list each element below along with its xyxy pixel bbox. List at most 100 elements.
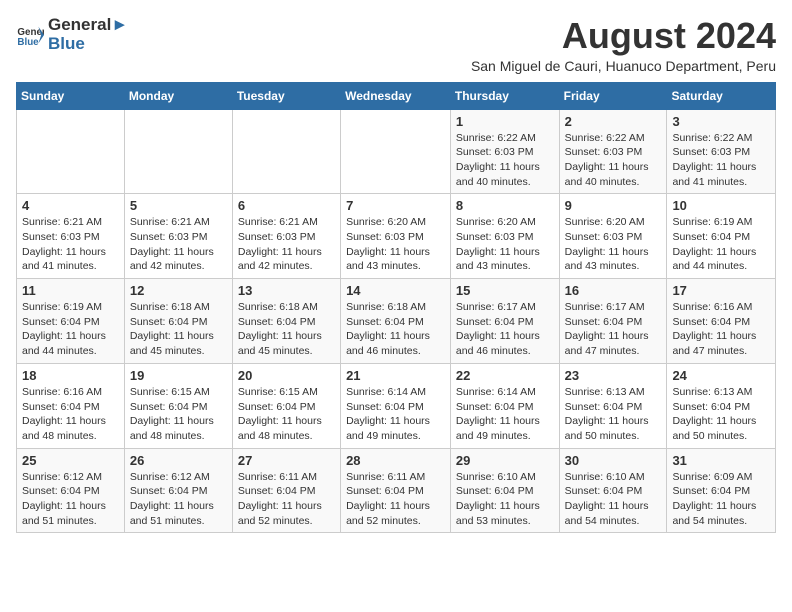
title-block: August 2024 San Miguel de Cauri, Huanuco… [471,16,776,74]
table-cell: 13 Sunrise: 6:18 AMSunset: 6:04 PMDayligh… [232,279,340,364]
day-number: 26 [130,453,227,468]
table-cell: 18 Sunrise: 6:16 AMSunset: 6:04 PMDayligh… [17,363,125,448]
day-info: Sunrise: 6:12 AMSunset: 6:04 PMDaylight:… [22,470,119,529]
day-info: Sunrise: 6:18 AMSunset: 6:04 PMDaylight:… [346,300,445,359]
day-info: Sunrise: 6:17 AMSunset: 6:04 PMDaylight:… [565,300,662,359]
table-cell: 16Sunrise: 6:17 AMSunset: 6:04 PMDayligh… [559,279,667,364]
day-number: 28 [346,453,445,468]
day-number: 21 [346,368,445,383]
day-number: 9 [565,198,662,213]
day-number: 20 [238,368,335,383]
day-info: Sunrise: 6:11 AMSunset: 6:04 PMDaylight:… [346,470,445,529]
table-cell: 12 Sunrise: 6:18 AMSunset: 6:04 PMDayligh… [124,279,232,364]
table-cell: 23Sunrise: 6:13 AMSunset: 6:04 PMDayligh… [559,363,667,448]
day-info: Sunrise: 6:13 AMSunset: 6:04 PMDaylight:… [672,385,770,444]
table-cell [232,109,340,194]
header-sunday: Sunday [17,82,125,109]
calendar-table: Sunday Monday Tuesday Wednesday Thursday… [16,82,776,534]
week-row-2: 4 Sunrise: 6:21 AMSunset: 6:03 PMDaylight… [17,194,776,279]
table-cell [17,109,125,194]
week-row-3: 11Sunrise: 6:19 AMSunset: 6:04 PMDayligh… [17,279,776,364]
day-info: Sunrise: 6:16 AMSunset: 6:04 PMDaylight:… [672,300,770,359]
day-info: Sunrise: 6:10 AMSunset: 6:04 PMDaylight:… [456,470,554,529]
day-number: 6 [238,198,335,213]
table-cell: 22 Sunrise: 6:14 AMSunset: 6:04 PMDayligh… [450,363,559,448]
day-info: Sunrise: 6:16 AMSunset: 6:04 PMDaylight:… [22,385,119,444]
table-cell: 26Sunrise: 6:12 AMSunset: 6:04 PMDayligh… [124,448,232,533]
day-info: Sunrise: 6:20 AMSunset: 6:03 PMDaylight:… [565,215,662,274]
table-cell: 6 Sunrise: 6:21 AMSunset: 6:03 PMDaylight… [232,194,340,279]
table-cell: 27 Sunrise: 6:11 AMSunset: 6:04 PMDayligh… [232,448,340,533]
logo: General Blue General► Blue [16,16,128,53]
day-info: Sunrise: 6:19 AMSunset: 6:04 PMDaylight:… [22,300,119,359]
table-cell: 3 Sunrise: 6:22 AMSunset: 6:03 PMDaylight… [667,109,776,194]
table-cell: 10 Sunrise: 6:19 AMSunset: 6:04 PMDayligh… [667,194,776,279]
day-number: 31 [672,453,770,468]
day-info: Sunrise: 6:14 AMSunset: 6:04 PMDaylight:… [456,385,554,444]
day-number: 7 [346,198,445,213]
day-info: Sunrise: 6:21 AMSunset: 6:03 PMDaylight:… [22,215,119,274]
day-info: Sunrise: 6:11 AMSunset: 6:04 PMDaylight:… [238,470,335,529]
day-info: Sunrise: 6:15 AMSunset: 6:04 PMDaylight:… [130,385,227,444]
day-number: 19 [130,368,227,383]
week-row-5: 25 Sunrise: 6:12 AMSunset: 6:04 PMDayligh… [17,448,776,533]
day-info: Sunrise: 6:21 AMSunset: 6:03 PMDaylight:… [130,215,227,274]
day-number: 13 [238,283,335,298]
table-cell: 15Sunrise: 6:17 AMSunset: 6:04 PMDayligh… [450,279,559,364]
table-cell: 2 Sunrise: 6:22 AMSunset: 6:03 PMDaylight… [559,109,667,194]
table-cell: 5 Sunrise: 6:21 AMSunset: 6:03 PMDaylight… [124,194,232,279]
day-number: 12 [130,283,227,298]
day-number: 25 [22,453,119,468]
day-info: Sunrise: 6:17 AMSunset: 6:04 PMDaylight:… [456,300,554,359]
day-number: 4 [22,198,119,213]
day-number: 14 [346,283,445,298]
day-number: 24 [672,368,770,383]
day-info: Sunrise: 6:20 AMSunset: 6:03 PMDaylight:… [456,215,554,274]
table-cell: 7 Sunrise: 6:20 AMSunset: 6:03 PMDaylight… [341,194,451,279]
day-number: 1 [456,114,554,129]
day-info: Sunrise: 6:19 AMSunset: 6:04 PMDaylight:… [672,215,770,274]
table-cell: 1 Sunrise: 6:22 AMSunset: 6:03 PMDaylight… [450,109,559,194]
table-cell: 20 Sunrise: 6:15 AMSunset: 6:04 PMDayligh… [232,363,340,448]
table-cell: 9 Sunrise: 6:20 AMSunset: 6:03 PMDaylight… [559,194,667,279]
day-info: Sunrise: 6:22 AMSunset: 6:03 PMDaylight:… [672,131,770,190]
day-info: Sunrise: 6:18 AMSunset: 6:04 PMDaylight:… [130,300,227,359]
logo-general-text: General► [48,16,128,35]
page-header: General Blue General► Blue August 2024 S… [16,16,776,74]
day-info: Sunrise: 6:18 AMSunset: 6:04 PMDaylight:… [238,300,335,359]
logo-icon: General Blue [16,21,44,49]
day-number: 8 [456,198,554,213]
table-cell: 17 Sunrise: 6:16 AMSunset: 6:04 PMDayligh… [667,279,776,364]
day-number: 23 [565,368,662,383]
day-number: 17 [672,283,770,298]
day-info: Sunrise: 6:15 AMSunset: 6:04 PMDaylight:… [238,385,335,444]
day-info: Sunrise: 6:14 AMSunset: 6:04 PMDaylight:… [346,385,445,444]
day-number: 22 [456,368,554,383]
weekday-header-row: Sunday Monday Tuesday Wednesday Thursday… [17,82,776,109]
day-number: 2 [565,114,662,129]
header-thursday: Thursday [450,82,559,109]
table-cell [124,109,232,194]
day-info: Sunrise: 6:20 AMSunset: 6:03 PMDaylight:… [346,215,445,274]
week-row-4: 18 Sunrise: 6:16 AMSunset: 6:04 PMDayligh… [17,363,776,448]
day-number: 18 [22,368,119,383]
logo-blue-text: Blue [48,35,128,54]
header-wednesday: Wednesday [341,82,451,109]
day-number: 3 [672,114,770,129]
day-number: 5 [130,198,227,213]
day-info: Sunrise: 6:22 AMSunset: 6:03 PMDaylight:… [456,131,554,190]
day-number: 10 [672,198,770,213]
day-info: Sunrise: 6:21 AMSunset: 6:03 PMDaylight:… [238,215,335,274]
table-cell: 30Sunrise: 6:10 AMSunset: 6:04 PMDayligh… [559,448,667,533]
day-info: Sunrise: 6:22 AMSunset: 6:03 PMDaylight:… [565,131,662,190]
header-saturday: Saturday [667,82,776,109]
table-cell: 31Sunrise: 6:09 AMSunset: 6:04 PMDayligh… [667,448,776,533]
day-number: 29 [456,453,554,468]
day-number: 27 [238,453,335,468]
table-cell: 28 Sunrise: 6:11 AMSunset: 6:04 PMDayligh… [341,448,451,533]
table-cell: 14 Sunrise: 6:18 AMSunset: 6:04 PMDayligh… [341,279,451,364]
month-year-title: August 2024 [471,16,776,56]
header-monday: Monday [124,82,232,109]
table-cell: 19 Sunrise: 6:15 AMSunset: 6:04 PMDayligh… [124,363,232,448]
header-tuesday: Tuesday [232,82,340,109]
